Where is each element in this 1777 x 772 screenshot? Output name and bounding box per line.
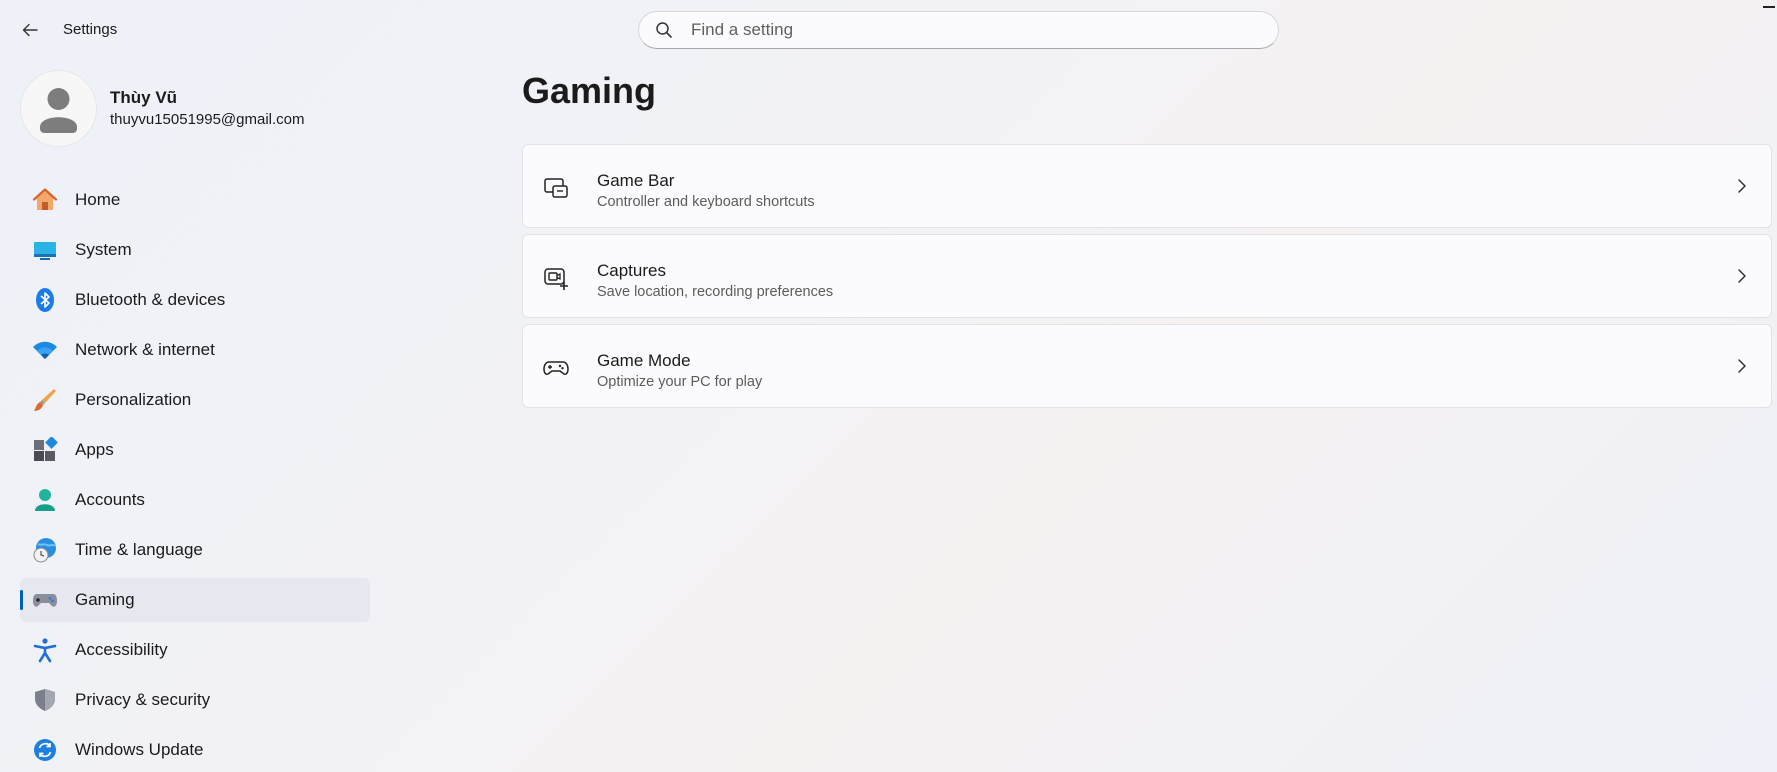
profile-email: thuyvu15051995@gmail.com	[110, 111, 305, 128]
capture-icon	[544, 268, 568, 290]
gamepad-icon	[32, 587, 58, 613]
home-icon	[32, 187, 58, 213]
sidebar-item-label: Gaming	[75, 590, 135, 609]
search-icon	[655, 20, 675, 40]
accessibility-icon	[32, 637, 58, 663]
sidebar-item-label: Bluetooth & devices	[75, 290, 226, 309]
search-input[interactable]	[689, 19, 1253, 41]
sidebar-item-label: Accessibility	[75, 640, 168, 659]
search-box[interactable]	[638, 11, 1279, 49]
bluetooth-icon	[32, 287, 58, 313]
card-subtitle: Controller and keyboard shortcuts	[597, 194, 815, 210]
sidebar-item-label: Home	[75, 190, 121, 209]
paintbrush-icon	[32, 387, 58, 413]
sidebar-item-system[interactable]: System	[20, 228, 370, 272]
chevron-right-icon	[1738, 359, 1746, 373]
profile-name: Thùy Vũ	[110, 88, 178, 107]
sidebar-item-label: Time & language	[75, 540, 203, 559]
page-title: Gaming	[522, 70, 657, 111]
globe-clock-icon	[32, 537, 58, 563]
sidebar-item-bluetooth[interactable]: Bluetooth & devices	[20, 278, 370, 322]
sidebar-item-accessibility[interactable]: Accessibility	[20, 628, 370, 672]
shield-icon	[32, 687, 58, 713]
monitor-icon	[32, 237, 58, 263]
sidebar-item-gaming[interactable]: Gaming	[20, 578, 370, 622]
card-subtitle: Save location, recording preferences	[597, 284, 834, 300]
sidebar-item-privacy-security[interactable]: Privacy & security	[20, 678, 370, 722]
sidebar-nav: Home System Bluetooth & devices Network …	[20, 178, 370, 772]
wifi-icon	[32, 337, 58, 363]
card-title: Game Bar	[597, 171, 675, 190]
user-profile[interactable]: Thùy Vũ thuyvu15051995@gmail.com	[20, 70, 440, 147]
card-title: Game Mode	[597, 351, 691, 370]
game-controller-icon	[543, 361, 569, 375]
user-avatar-icon	[20, 70, 97, 147]
sidebar-item-label: Apps	[75, 440, 114, 459]
card-subtitle: Optimize your PC for play	[597, 374, 763, 390]
sidebar-item-time-language[interactable]: Time & language	[20, 528, 370, 572]
sidebar-item-label: Windows Update	[75, 740, 204, 759]
chevron-right-icon	[1738, 179, 1746, 193]
sidebar-item-label: Accounts	[75, 490, 145, 509]
update-icon	[32, 737, 58, 763]
sidebar-item-label: Privacy & security	[75, 690, 211, 709]
sidebar-item-label: System	[75, 240, 132, 259]
sidebar-item-network[interactable]: Network & internet	[20, 328, 370, 372]
sidebar-item-windows-update[interactable]: Windows Update	[20, 728, 370, 772]
chevron-right-icon	[1738, 269, 1746, 283]
game-bar-icon	[544, 178, 568, 198]
card-game-mode[interactable]: Game Mode Optimize your PC for play	[522, 324, 1772, 408]
card-captures[interactable]: Captures Save location, recording prefer…	[522, 234, 1772, 318]
back-button[interactable]	[14, 16, 46, 44]
apps-icon	[32, 437, 58, 463]
back-arrow-icon	[22, 23, 38, 37]
sidebar-item-accounts[interactable]: Accounts	[20, 478, 370, 522]
sidebar-item-label: Personalization	[75, 390, 192, 409]
sidebar-item-home[interactable]: Home	[20, 178, 370, 222]
sidebar-item-label: Network & internet	[75, 340, 215, 359]
app-title: Settings	[63, 21, 118, 38]
sidebar-item-personalization[interactable]: Personalization	[20, 378, 370, 422]
minimize-icon[interactable]	[1763, 6, 1775, 8]
card-title: Captures	[597, 261, 666, 280]
settings-cards: Game Bar Controller and keyboard shortcu…	[522, 144, 1772, 414]
person-icon	[32, 487, 58, 513]
sidebar-item-apps[interactable]: Apps	[20, 428, 370, 472]
card-game-bar[interactable]: Game Bar Controller and keyboard shortcu…	[522, 144, 1772, 228]
